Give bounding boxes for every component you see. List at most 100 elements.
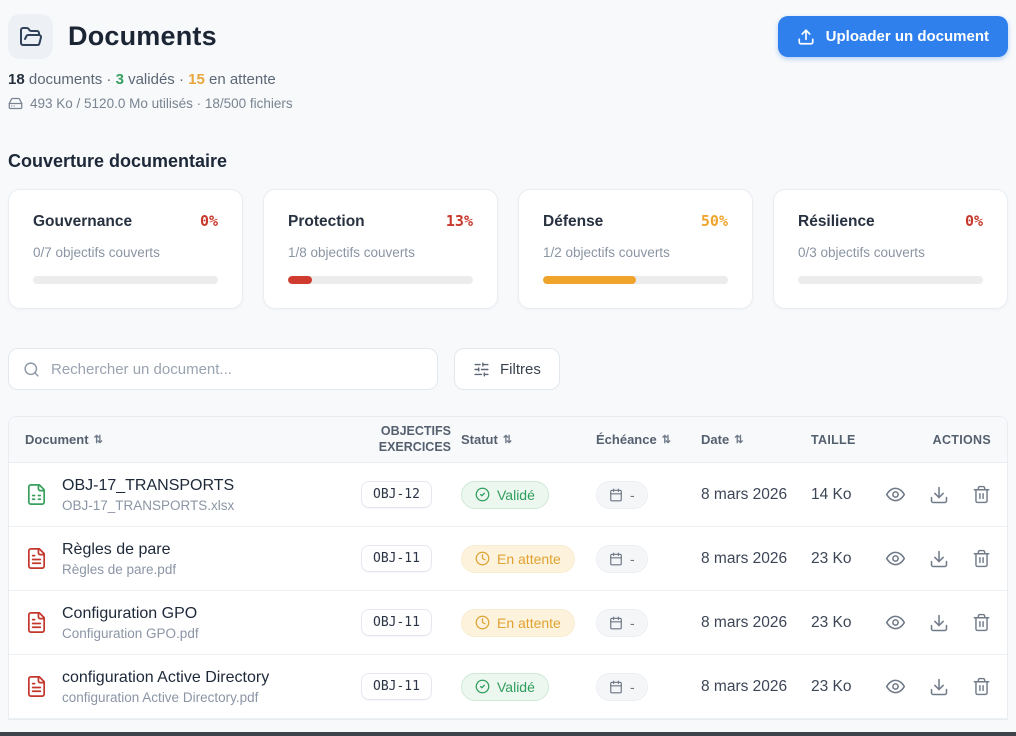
objective-badge: OBJ-12 xyxy=(361,481,432,508)
status-label: En attente xyxy=(497,615,561,631)
storage-text: 493 Ko / 5120.0 Mo utilisés · 18/500 fic… xyxy=(30,96,293,111)
delete-button[interactable] xyxy=(972,485,991,504)
file-type-icon xyxy=(25,611,48,634)
check-circle-icon xyxy=(475,679,490,694)
status-label: Validé xyxy=(497,679,535,695)
download-button[interactable] xyxy=(929,485,949,505)
documents-table: Document ⇅ OBJECTIFS EXERCICES Statut ⇅ … xyxy=(8,416,1008,720)
table-row[interactable]: OBJ-17_TRANSPORTS OBJ-17_TRANSPORTS.xlsx… xyxy=(9,463,1007,527)
coverage-card-protection: Protection 13% 1/8 objectifs couverts xyxy=(263,189,498,309)
view-button[interactable] xyxy=(885,548,906,569)
pending-count: 15 xyxy=(188,71,205,88)
table-row[interactable]: configuration Active Directory configura… xyxy=(9,655,1007,719)
search-box[interactable] xyxy=(8,348,438,390)
file-type-icon xyxy=(25,675,48,698)
status-badge: En attente xyxy=(461,609,575,637)
objective-badge: OBJ-11 xyxy=(361,545,432,572)
column-header-echeance[interactable]: Échéance ⇅ xyxy=(596,432,701,447)
objective-badge: OBJ-11 xyxy=(361,609,432,636)
column-header-document[interactable]: Document ⇅ xyxy=(25,432,361,447)
storage-usage: 493 Ko / 5120.0 Mo utilisés · 18/500 fic… xyxy=(8,96,1008,111)
progress-fill xyxy=(543,276,636,284)
view-button[interactable] xyxy=(885,612,906,633)
objective-badge: OBJ-11 xyxy=(361,673,432,700)
download-button[interactable] xyxy=(929,549,949,569)
sliders-icon xyxy=(473,361,490,378)
column-header-taille: TAILLE xyxy=(811,433,881,447)
file-type-icon xyxy=(25,547,48,570)
upload-document-button[interactable]: Uploader un document xyxy=(778,16,1008,57)
document-size: 23 Ko xyxy=(811,614,881,632)
file-type-icon xyxy=(25,483,48,506)
download-button[interactable] xyxy=(929,677,949,697)
filters-button[interactable]: Filtres xyxy=(454,348,560,390)
card-percent: 50% xyxy=(701,212,728,230)
coverage-card-defense: Défense 50% 1/2 objectifs couverts xyxy=(518,189,753,309)
document-size: 23 Ko xyxy=(811,678,881,696)
delete-button[interactable] xyxy=(972,613,991,632)
column-header-actions: ACTIONS xyxy=(881,433,991,447)
coverage-section-title: Couverture documentaire xyxy=(8,151,1008,172)
page-title: Documents xyxy=(68,21,217,52)
card-name: Défense xyxy=(543,213,603,231)
search-input[interactable] xyxy=(51,361,423,378)
clock-icon xyxy=(475,551,490,566)
sort-icon: ⇅ xyxy=(662,433,671,446)
delete-button[interactable] xyxy=(972,549,991,568)
card-subtitle: 1/8 objectifs couverts xyxy=(288,245,473,260)
status-badge: Validé xyxy=(461,673,549,701)
due-date-value: - xyxy=(630,615,635,631)
window-bottom-edge xyxy=(0,732,1016,736)
card-subtitle: 1/2 objectifs couverts xyxy=(543,245,728,260)
progress-track xyxy=(288,276,473,284)
calendar-icon xyxy=(609,616,623,630)
pending-label: en attente xyxy=(209,71,276,88)
due-date-value: - xyxy=(630,551,635,567)
document-filename: OBJ-17_TRANSPORTS.xlsx xyxy=(62,498,234,513)
status-badge: Validé xyxy=(461,481,549,509)
due-date-pill: - xyxy=(596,545,648,573)
calendar-icon xyxy=(609,552,623,566)
card-percent: 13% xyxy=(446,212,473,230)
upload-icon xyxy=(797,28,815,46)
due-date-pill: - xyxy=(596,609,648,637)
progress-track xyxy=(33,276,218,284)
header-left: Documents xyxy=(8,14,217,59)
card-percent: 0% xyxy=(200,212,218,230)
card-subtitle: 0/3 objectifs couverts xyxy=(798,245,983,260)
card-percent: 0% xyxy=(965,212,983,230)
column-header-objectifs: OBJECTIFS EXERCICES xyxy=(361,424,461,455)
sort-icon: ⇅ xyxy=(94,433,103,446)
document-size: 23 Ko xyxy=(811,550,881,568)
delete-button[interactable] xyxy=(972,677,991,696)
card-name: Protection xyxy=(288,213,365,231)
coverage-cards: Gouvernance 0% 0/7 objectifs couverts Pr… xyxy=(8,189,1008,309)
column-header-statut[interactable]: Statut ⇅ xyxy=(461,432,596,447)
download-button[interactable] xyxy=(929,613,949,633)
sort-icon: ⇅ xyxy=(503,433,512,446)
due-date-value: - xyxy=(630,487,635,503)
calendar-icon xyxy=(609,680,623,694)
table-row[interactable]: Configuration GPO Configuration GPO.pdf … xyxy=(9,591,1007,655)
progress-track xyxy=(798,276,983,284)
table-row[interactable]: Règles de pare Règles de pare.pdf OBJ-11… xyxy=(9,527,1007,591)
page-header: Documents Uploader un document xyxy=(8,14,1008,59)
validated-label: validés · xyxy=(128,71,184,88)
document-date: 8 mars 2026 xyxy=(701,678,811,696)
card-name: Gouvernance xyxy=(33,213,132,231)
upload-button-label: Uploader un document xyxy=(826,28,989,45)
document-title: Configuration GPO xyxy=(62,605,199,623)
table-header-row: Document ⇅ OBJECTIFS EXERCICES Statut ⇅ … xyxy=(9,417,1007,463)
calendar-icon xyxy=(609,488,623,502)
column-header-date[interactable]: Date ⇅ xyxy=(701,432,811,447)
total-label: documents · xyxy=(29,71,112,88)
hard-drive-icon xyxy=(8,96,23,111)
due-date-pill: - xyxy=(596,673,648,701)
view-button[interactable] xyxy=(885,676,906,697)
search-icon xyxy=(23,361,40,378)
document-filename: configuration Active Directory.pdf xyxy=(62,690,269,705)
filters-label: Filtres xyxy=(500,361,541,378)
document-size: 14 Ko xyxy=(811,486,881,504)
view-button[interactable] xyxy=(885,484,906,505)
documents-stats: 18 documents · 3 validés · 15 en attente xyxy=(8,71,1008,88)
